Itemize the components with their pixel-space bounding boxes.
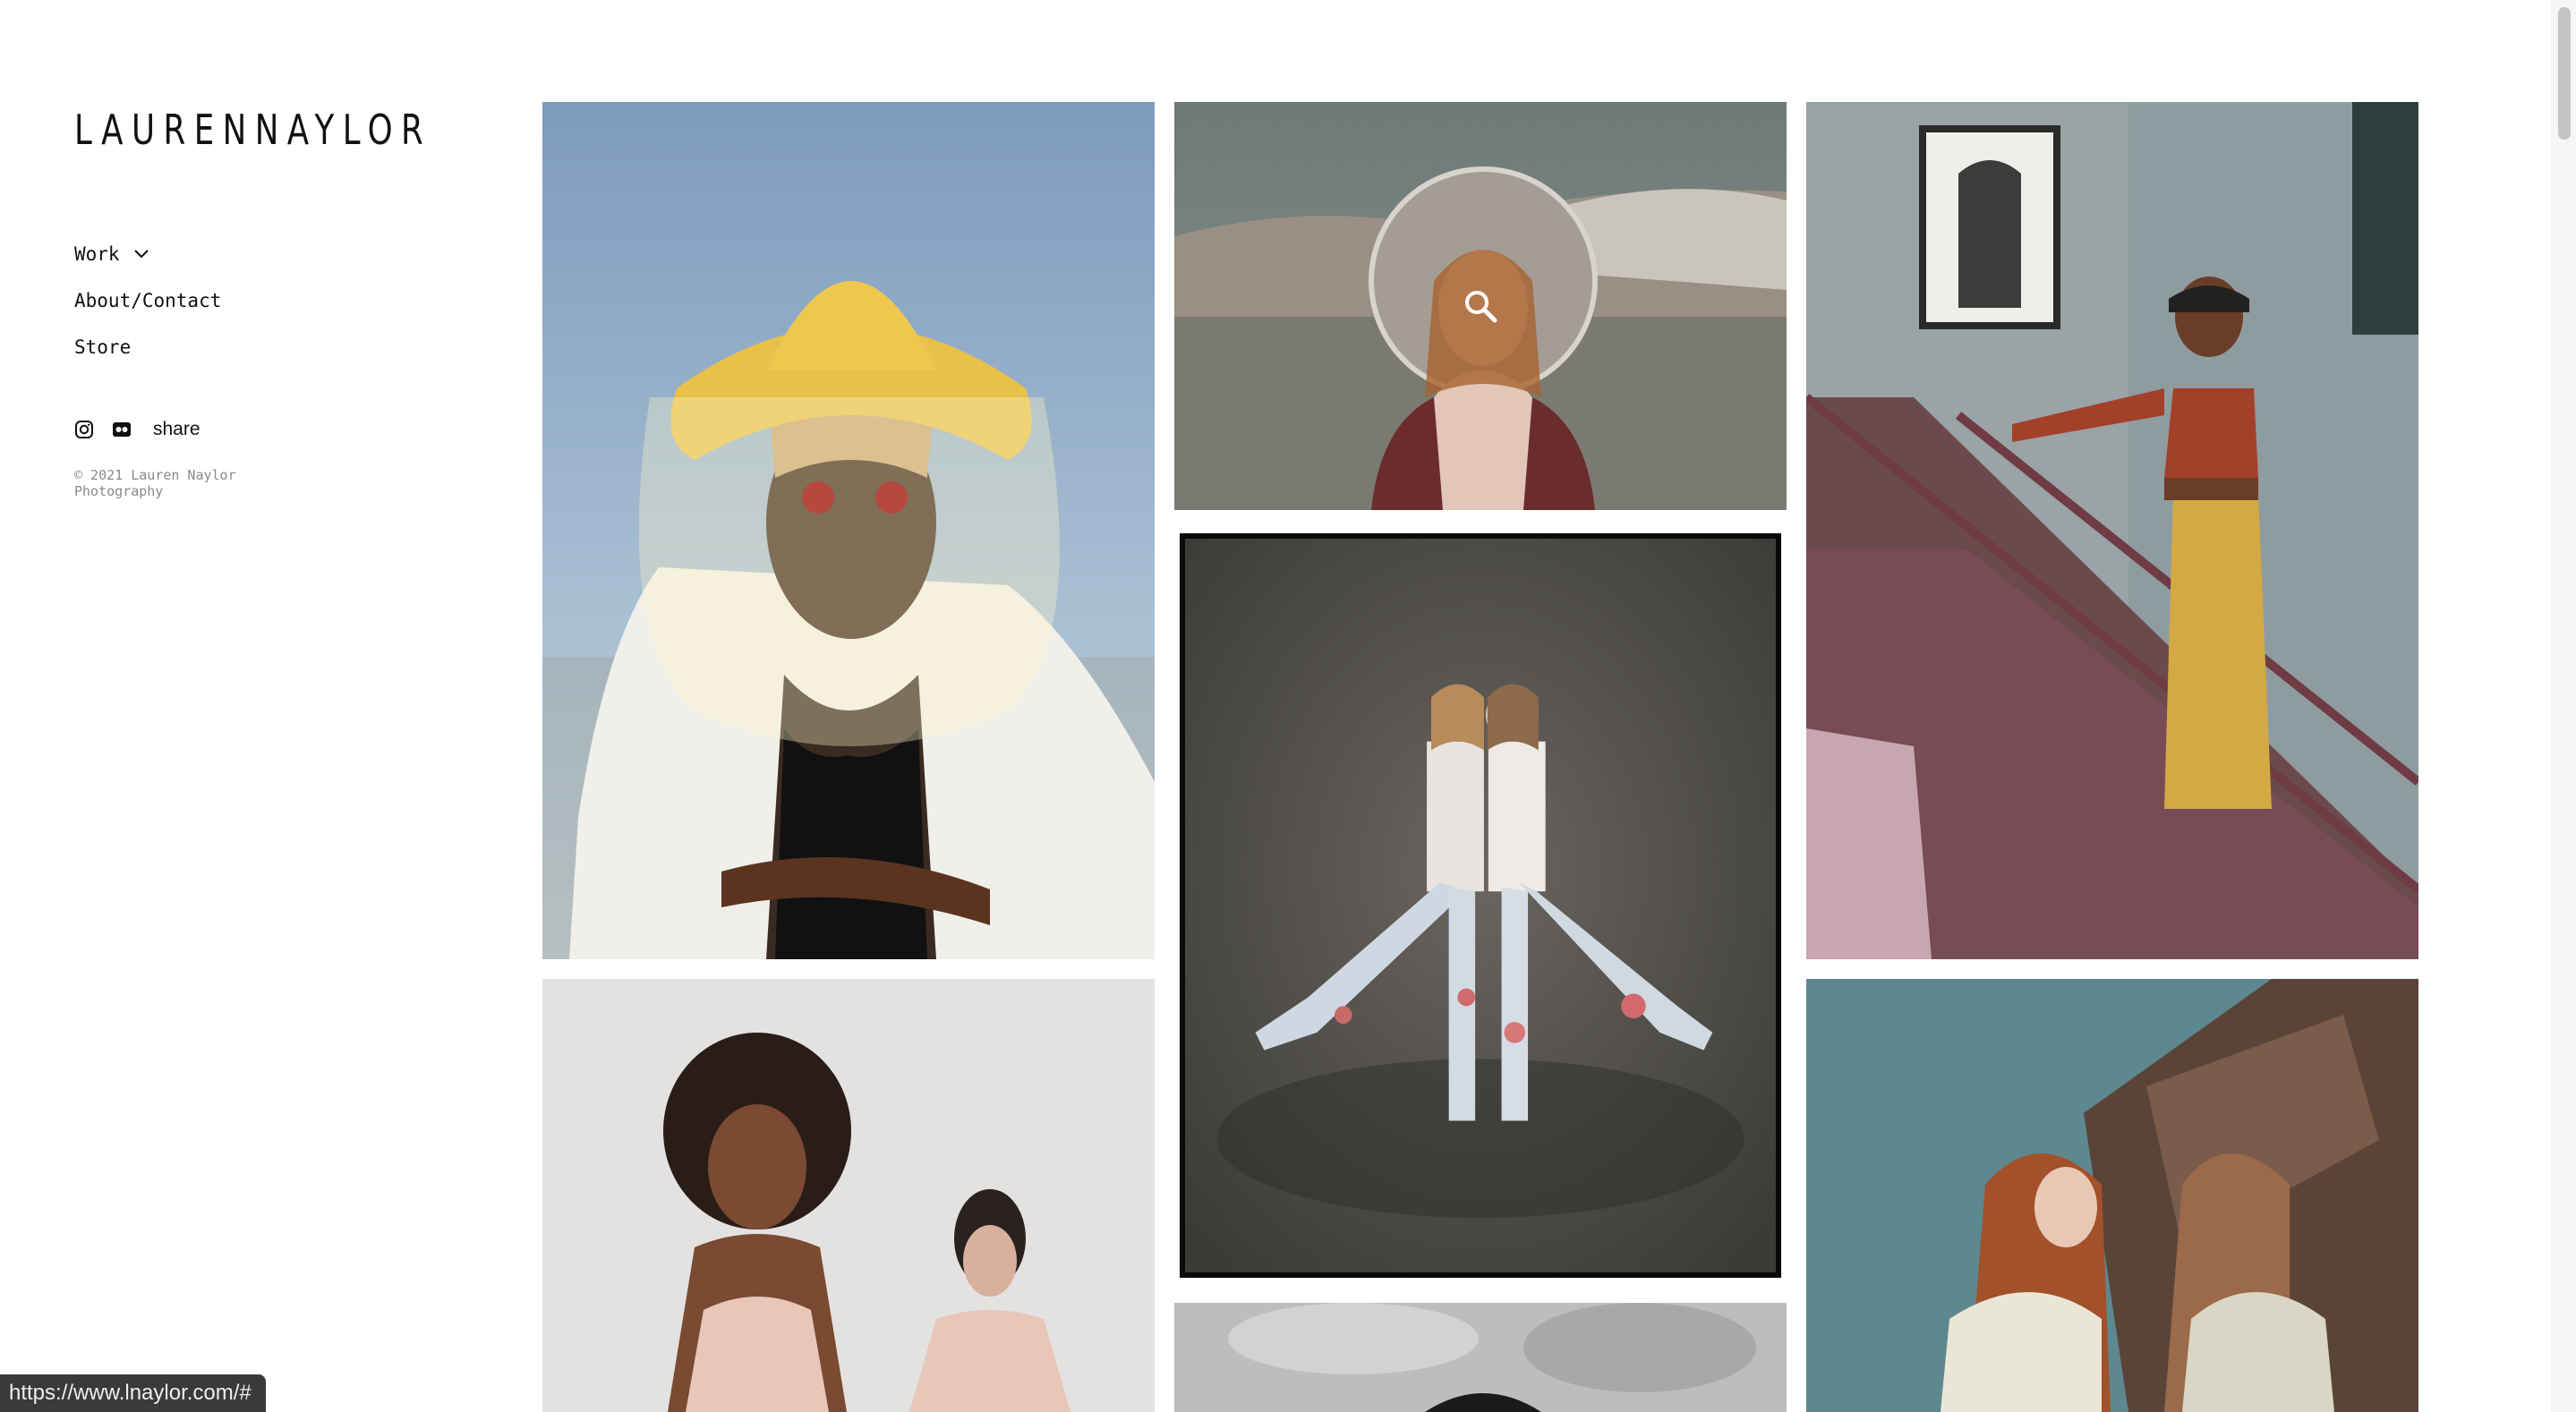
scrollbar[interactable] bbox=[2551, 0, 2576, 1412]
gallery-tile-mirror-desert[interactable] bbox=[1174, 102, 1787, 510]
photo-image bbox=[1806, 979, 2418, 1412]
site-logo[interactable]: LAURENNAYLOR bbox=[74, 106, 431, 154]
photo-image bbox=[1174, 1303, 1787, 1412]
nav-item-store[interactable]: Store bbox=[74, 324, 221, 370]
status-bar-url: https://www.lnaylor.com/# bbox=[0, 1374, 266, 1412]
copyright-text: © 2021 Lauren Naylor Photography bbox=[74, 467, 236, 499]
nav-item-label: Work bbox=[74, 243, 120, 265]
photo-image bbox=[542, 979, 1155, 1412]
gallery-tile-yellow-hat[interactable] bbox=[542, 102, 1155, 959]
gallery-tile-bw-portrait[interactable] bbox=[1174, 1303, 1787, 1412]
photo-image bbox=[1185, 539, 1776, 1272]
gallery-tile-staircase[interactable] bbox=[1806, 102, 2418, 959]
search-icon bbox=[1465, 291, 1497, 323]
photo-image bbox=[542, 102, 1155, 959]
nav-item-label: Store bbox=[74, 336, 132, 358]
gallery-tile-two-women[interactable] bbox=[542, 979, 1155, 1412]
main-nav: Work About/Contact Store bbox=[74, 231, 221, 370]
gallery-tile-mirrored-redhead[interactable] bbox=[1806, 979, 2418, 1412]
share-link[interactable]: share bbox=[153, 419, 200, 440]
nav-item-about-contact[interactable]: About/Contact bbox=[74, 277, 221, 324]
nav-item-label: About/Contact bbox=[74, 290, 222, 311]
gallery-tile-floral-pants[interactable] bbox=[1180, 533, 1781, 1278]
flickr-icon[interactable] bbox=[112, 420, 132, 439]
scrollbar-thumb[interactable] bbox=[2558, 7, 2571, 140]
photo-image bbox=[1806, 102, 2418, 959]
chevron-down-icon bbox=[133, 250, 149, 259]
instagram-icon[interactable] bbox=[74, 420, 94, 439]
social-links: share bbox=[74, 419, 200, 440]
nav-item-work[interactable]: Work bbox=[74, 231, 221, 277]
